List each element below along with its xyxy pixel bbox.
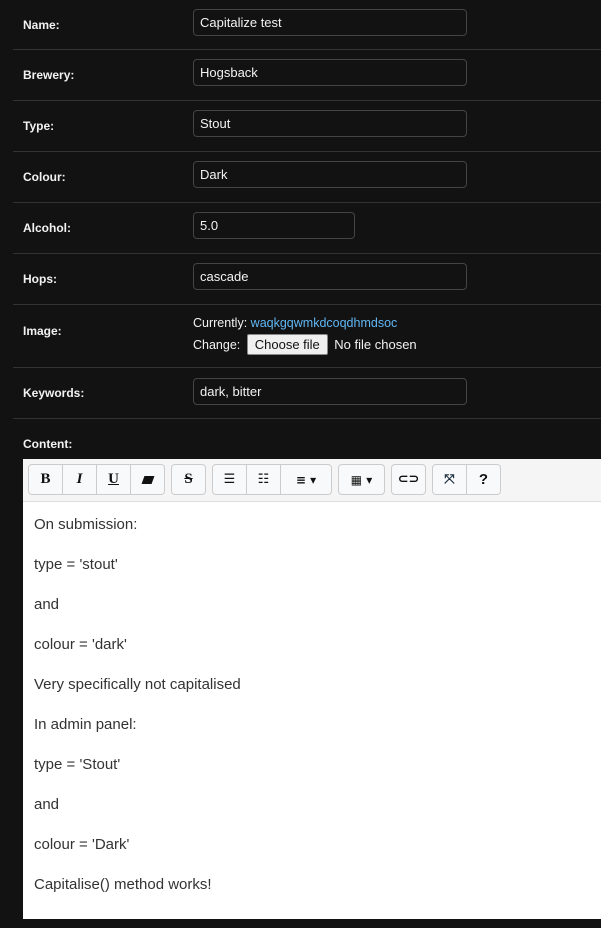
content-line: colour = 'dark': [34, 636, 127, 653]
brewery-label: Brewery:: [23, 68, 75, 82]
keywords-label: Keywords:: [23, 386, 85, 400]
editor-content[interactable]: On submission: type = 'stout' and colour…: [23, 502, 601, 928]
colour-label: Colour:: [23, 170, 66, 184]
currently-label: Currently:: [193, 316, 248, 330]
editor-toolbar: B I U S ☰ ☷ ≡ ▾ ▦ ▾ ⊂⊃ ⤧ ?: [23, 459, 601, 502]
content-line: type = 'stout': [34, 556, 118, 573]
alcohol-input[interactable]: [193, 212, 355, 239]
underline-button[interactable]: U: [96, 464, 131, 495]
name-row: Name:: [13, 0, 601, 50]
content-line: and: [34, 796, 60, 813]
image-current: Currently: waqkgqwmkdcoqdhmdsoc: [193, 316, 397, 330]
strikethrough-button[interactable]: S: [171, 464, 206, 495]
content-line: Very specifically not capitalised: [34, 676, 241, 693]
colour-row: Colour:: [13, 152, 601, 203]
content-line: type = 'Stout': [34, 756, 121, 773]
image-row: Image: Currently: waqkgqwmkdcoqdhmdsoc C…: [13, 305, 601, 368]
content-line: colour = 'Dark': [34, 836, 130, 853]
italic-button[interactable]: I: [62, 464, 97, 495]
name-label: Name:: [23, 18, 60, 32]
bullet-list-icon[interactable]: ☰: [212, 464, 247, 495]
fullscreen-icon[interactable]: ⤧: [432, 464, 467, 495]
rich-text-editor: B I U S ☰ ☷ ≡ ▾ ▦ ▾ ⊂⊃ ⤧ ? On submission…: [23, 459, 601, 919]
type-row: Type:: [13, 101, 601, 152]
bold-button[interactable]: B: [28, 464, 63, 495]
keywords-input[interactable]: [193, 378, 467, 405]
link-icon[interactable]: ⊂⊃: [391, 464, 426, 495]
content-line: In admin panel:: [34, 716, 137, 733]
type-input[interactable]: [193, 110, 467, 137]
content-label: Content:: [23, 437, 73, 451]
align-dropdown-icon[interactable]: ≡ ▾: [280, 464, 332, 495]
image-change: Change: Choose file No file chosen: [193, 334, 417, 355]
hops-label: Hops:: [23, 272, 57, 286]
brewery-row: Brewery:: [13, 50, 601, 101]
help-button[interactable]: ?: [466, 464, 501, 495]
image-label: Image:: [23, 324, 62, 338]
name-input[interactable]: [193, 9, 467, 36]
numbered-list-icon[interactable]: ☷: [246, 464, 281, 495]
hops-input[interactable]: [193, 263, 467, 290]
choose-file-button[interactable]: Choose file: [246, 334, 328, 355]
eraser-icon[interactable]: [130, 464, 165, 495]
brewery-input[interactable]: [193, 59, 467, 86]
content-line: Capitalise() method works!: [34, 876, 212, 893]
colour-input[interactable]: [193, 161, 467, 188]
alcohol-label: Alcohol:: [23, 221, 71, 235]
hops-row: Hops:: [13, 254, 601, 305]
content-line: On submission:: [34, 516, 138, 533]
keywords-row: Keywords:: [13, 368, 601, 419]
content-line: and: [34, 596, 60, 613]
no-file-text: No file chosen: [334, 337, 417, 352]
change-label: Change:: [193, 338, 241, 352]
alcohol-row: Alcohol:: [13, 203, 601, 254]
table-icon[interactable]: ▦ ▾: [338, 464, 385, 495]
type-label: Type:: [23, 119, 55, 133]
current-file-link[interactable]: waqkgqwmkdcoqdhmdsoc: [251, 316, 398, 330]
